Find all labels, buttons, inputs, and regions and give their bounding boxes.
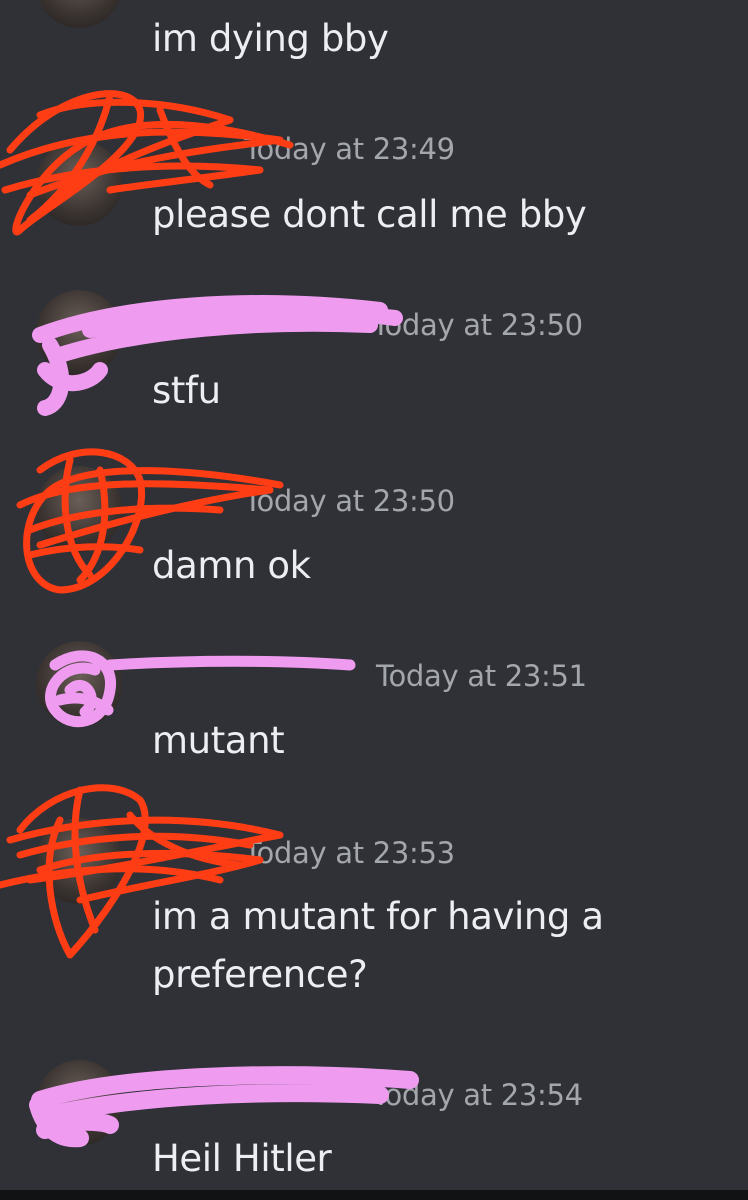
bottom-edge	[0, 1190, 748, 1200]
message-timestamp: Today at 23:50	[244, 484, 455, 518]
message-timestamp: Today at 23:51	[376, 659, 587, 693]
avatar[interactable]	[36, 466, 122, 552]
message-text: im a mutant for having a preference?	[152, 895, 604, 996]
avatar[interactable]	[36, 818, 122, 904]
avatar[interactable]	[36, 1060, 122, 1146]
avatar[interactable]	[36, 641, 122, 727]
message-timestamp: Today at 23:50	[372, 308, 583, 342]
avatar[interactable]	[36, 140, 122, 226]
avatar[interactable]	[36, 290, 122, 376]
message-text: im dying bby	[152, 17, 389, 60]
message-timestamp: Today at 23:53	[244, 836, 455, 870]
avatar[interactable]	[36, 0, 122, 28]
message-text: stfu	[152, 369, 221, 412]
message-text: please dont call me bby	[152, 193, 587, 236]
message-timestamp: Today at 23:54	[372, 1078, 583, 1112]
message-text: mutant	[152, 719, 285, 762]
message-text: damn ok	[152, 544, 311, 587]
message-timestamp: Today at 23:49	[244, 132, 455, 166]
message-text: Heil Hitler	[152, 1137, 332, 1180]
